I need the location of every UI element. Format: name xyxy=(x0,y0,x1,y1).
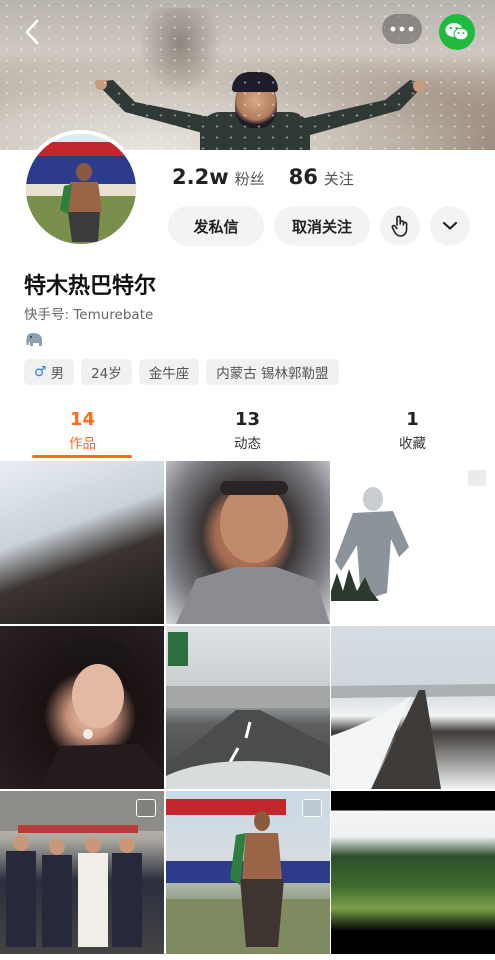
tab-works-count: 14 xyxy=(69,409,96,430)
tab-favorites[interactable]: 1 收藏 xyxy=(330,405,495,459)
tab-moments-count: 13 xyxy=(234,409,261,430)
work-thumbnail[interactable] xyxy=(331,626,495,789)
tab-moments-label: 动态 xyxy=(234,436,261,452)
following-count: 86 xyxy=(288,165,318,189)
following-label: 关注 xyxy=(323,170,354,188)
active-tab-indicator xyxy=(32,455,132,458)
following-stat[interactable]: 86 关注 xyxy=(289,165,354,189)
work-thumbnail[interactable] xyxy=(0,791,164,954)
image-set-icon xyxy=(136,799,156,817)
work-thumbnail[interactable] xyxy=(165,461,330,624)
avatar-image xyxy=(26,134,136,244)
tab-favorites-label: 收藏 xyxy=(399,436,426,452)
kuaishou-id[interactable]: 快手号: Temurebate xyxy=(24,303,153,323)
works-grid xyxy=(0,461,495,954)
send-message-button[interactable]: 发私信 xyxy=(168,206,264,246)
image-set-icon xyxy=(301,799,322,817)
followers-label: 粉丝 xyxy=(234,170,265,188)
tab-works-label: 作品 xyxy=(69,436,96,452)
work-thumbnail[interactable] xyxy=(331,791,495,954)
followers-count: 2.2w xyxy=(172,165,229,189)
work-thumbnail[interactable] xyxy=(165,791,330,954)
male-icon: ♂ xyxy=(34,364,47,380)
thumbnail-face-art xyxy=(175,481,330,624)
profile-name: 特木热巴特尔 xyxy=(24,274,157,299)
thumbnail-road-art xyxy=(165,632,330,789)
tab-moments[interactable]: 13 动态 xyxy=(165,405,330,459)
zodiac-tag: 金牛座 xyxy=(138,359,200,385)
work-thumbnail[interactable] xyxy=(0,461,164,624)
gesture-button[interactable] xyxy=(380,206,420,246)
back-arrow-icon xyxy=(25,19,39,45)
wechat-icon xyxy=(445,23,469,41)
work-thumbnail[interactable] xyxy=(331,461,495,624)
unfollow-button[interactable]: 取消关注 xyxy=(274,206,370,246)
thumbnail-portrait-art xyxy=(40,637,164,789)
location-tag: 内蒙古 锡林郭勒盟 xyxy=(206,359,339,385)
back-button[interactable] xyxy=(12,16,52,48)
elephant-icon xyxy=(26,333,42,346)
avatar[interactable] xyxy=(22,130,140,248)
followers-stat[interactable]: 2.2w 粉丝 xyxy=(172,165,265,189)
age-tag: 24岁 xyxy=(81,359,132,385)
more-button[interactable] xyxy=(382,14,422,44)
expand-button[interactable] xyxy=(430,206,470,246)
work-thumbnail[interactable] xyxy=(0,626,164,789)
gender-tag: ♂ 男 xyxy=(24,359,75,385)
gender-label: 男 xyxy=(50,366,65,382)
content-tabs: 14 作品 13 动态 1 收藏 xyxy=(0,405,495,459)
wechat-share-button[interactable] xyxy=(439,14,475,50)
work-thumbnail[interactable] xyxy=(165,626,330,789)
thumbnail-snow-road-art xyxy=(331,684,495,789)
chevron-down-icon xyxy=(442,221,458,230)
tab-works[interactable]: 14 作品 xyxy=(0,405,165,459)
profile-tags: ♂ 男 24岁 金牛座 内蒙古 锡林郭勒盟 xyxy=(24,359,339,385)
tab-favorites-count: 1 xyxy=(406,409,419,430)
image-set-icon xyxy=(467,469,487,487)
hand-pointer-icon xyxy=(391,215,408,237)
more-dots-icon xyxy=(390,26,414,32)
